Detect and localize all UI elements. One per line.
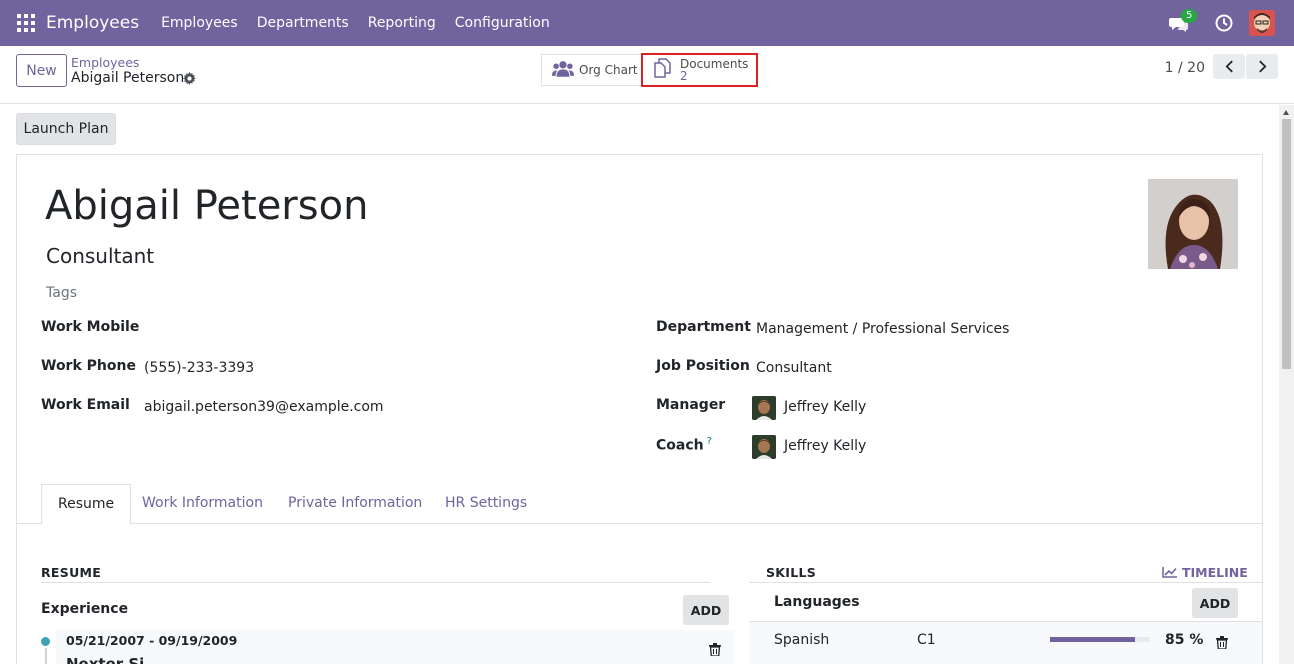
chevron-left-icon xyxy=(1225,60,1233,73)
experience-title: Experience xyxy=(41,601,129,617)
resume-line-name: Nexter Si... xyxy=(66,655,162,664)
tab-work-information[interactable]: Work Information xyxy=(126,484,279,524)
nav-reporting[interactable]: Reporting xyxy=(368,15,436,31)
work-email-input[interactable]: abigail.peterson39@example.com xyxy=(144,399,384,415)
job-position-label: Job Position xyxy=(656,358,750,374)
work-mobile-label: Work Mobile xyxy=(41,319,140,335)
skill-level: C1 xyxy=(917,632,936,648)
coach-label: Coach? xyxy=(656,436,712,454)
users-icon xyxy=(552,60,574,81)
new-button[interactable]: New xyxy=(16,54,67,87)
org-chart-label: Org Chart xyxy=(579,63,638,77)
coach-input[interactable]: Jeffrey Kelly xyxy=(784,438,866,454)
skill-progress-fill xyxy=(1050,637,1135,642)
resume-section-title: RESUME xyxy=(41,565,102,580)
launch-plan-button[interactable]: Launch Plan xyxy=(16,113,116,145)
app-brand[interactable]: Employees xyxy=(46,13,139,33)
apps-menu-icon[interactable] xyxy=(17,14,35,32)
tab-resume[interactable]: Resume xyxy=(41,484,132,525)
skill-progress-bar xyxy=(1050,637,1150,642)
employee-name-field[interactable]: Abigail Peterson xyxy=(45,183,368,229)
nav-configuration[interactable]: Configuration xyxy=(455,15,550,31)
skill-progress-label: 85 % xyxy=(1165,632,1204,648)
employee-form-sheet: Abigail Peterson Consultant Tags Work Mo… xyxy=(16,154,1263,664)
tags-input[interactable]: Tags xyxy=(46,285,77,301)
timeline-line xyxy=(45,648,47,664)
scrollbar-thumb[interactable] xyxy=(1282,119,1291,369)
activity-clock-icon[interactable] xyxy=(1215,14,1233,32)
resume-add-button[interactable]: ADD xyxy=(683,595,729,625)
help-tooltip-icon[interactable]: ? xyxy=(707,436,712,447)
form-tabs: Resume Work Information Private Informat… xyxy=(17,484,1262,525)
nav-employees[interactable]: Employees xyxy=(161,15,238,31)
resume-divider xyxy=(41,582,710,583)
job-title-field[interactable]: Consultant xyxy=(46,244,154,268)
skill-trash-icon[interactable] xyxy=(1216,636,1228,650)
org-chart-button[interactable]: Org Chart xyxy=(541,54,642,86)
skill-type-languages: Languages xyxy=(774,594,860,610)
department-input[interactable]: Management / Professional Services xyxy=(756,321,1009,337)
chart-line-icon xyxy=(1162,567,1177,578)
vertical-scrollbar[interactable] xyxy=(1279,105,1294,664)
documents-icon xyxy=(652,58,674,82)
timeline-button[interactable]: TIMELINE xyxy=(1162,565,1248,580)
scroll-up-arrow-icon[interactable] xyxy=(1283,110,1289,115)
pager-next-button[interactable] xyxy=(1246,54,1278,79)
skills-divider xyxy=(749,582,1262,583)
timeline-dot xyxy=(41,637,50,646)
skills-section-title: SKILLS xyxy=(766,565,817,580)
resume-line-date: 05/21/2007 - 09/19/2009 xyxy=(66,633,238,648)
pager-value[interactable]: 1 / 20 xyxy=(1165,60,1205,76)
gear-icon[interactable] xyxy=(183,72,196,85)
top-navbar: Employees Employees Departments Reportin… xyxy=(0,0,1294,46)
department-label: Department xyxy=(656,319,751,335)
work-phone-input[interactable]: (555)-233-3393 xyxy=(144,360,254,376)
documents-label: Documents xyxy=(680,57,749,71)
breadcrumb-employees[interactable]: Employees xyxy=(71,55,139,70)
work-phone-label: Work Phone xyxy=(41,358,136,374)
manager-avatar xyxy=(752,396,776,420)
documents-button[interactable]: Documents 2 xyxy=(641,53,758,87)
skill-name: Spanish xyxy=(774,632,830,648)
tab-private-information[interactable]: Private Information xyxy=(272,484,438,524)
control-panel: New Employees Abigail Peterson Org Chart… xyxy=(0,46,1294,104)
employee-photo[interactable] xyxy=(1148,179,1238,269)
manager-input[interactable]: Jeffrey Kelly xyxy=(784,399,866,415)
nav-departments[interactable]: Departments xyxy=(257,15,349,31)
resume-trash-icon[interactable] xyxy=(709,643,721,657)
manager-label: Manager xyxy=(656,397,726,413)
user-avatar[interactable] xyxy=(1249,10,1275,36)
tab-hr-settings[interactable]: HR Settings xyxy=(429,484,543,524)
chevron-right-icon xyxy=(1258,60,1266,73)
message-count-badge: 5 xyxy=(1181,9,1198,23)
work-email-label: Work Email xyxy=(41,397,130,413)
pager-previous-button[interactable] xyxy=(1213,54,1245,79)
skills-add-button[interactable]: ADD xyxy=(1192,588,1238,618)
messaging-icon[interactable]: 5 xyxy=(1169,9,1198,34)
documents-count: 2 xyxy=(680,69,688,83)
coach-avatar xyxy=(752,435,776,459)
job-position-input[interactable]: Consultant xyxy=(756,360,832,376)
breadcrumb-current: Abigail Peterson xyxy=(71,70,185,86)
